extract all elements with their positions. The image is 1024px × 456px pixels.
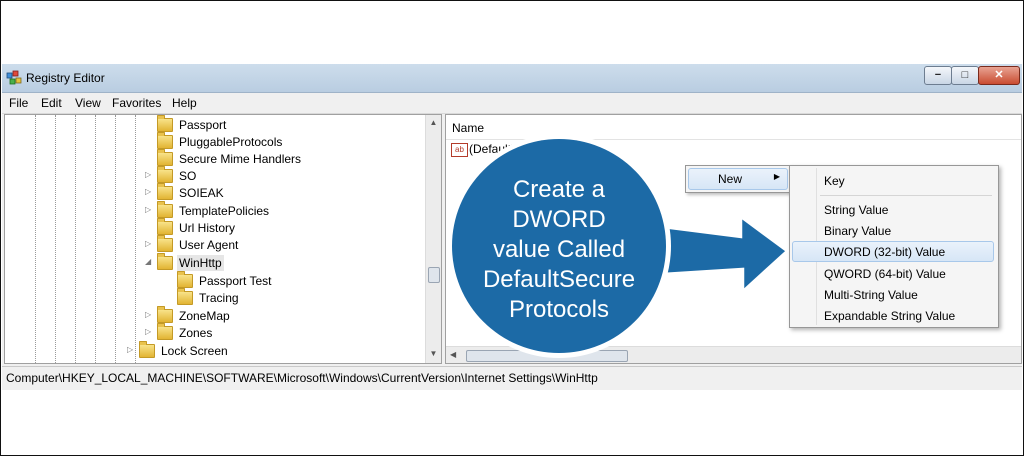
submenu-item-multi-string-value[interactable]: Multi-String Value (792, 284, 994, 305)
tree-guide-line (35, 115, 36, 363)
callout-line: Create a (512, 176, 606, 203)
submenu-item-expandable-string-value[interactable]: Expandable String Value (792, 305, 994, 326)
tree-node-label: Passport (179, 118, 227, 132)
tree-node-label-selected: WinHttp (177, 255, 224, 271)
tree-guide-line (135, 115, 136, 363)
menu-view[interactable]: View (75, 96, 101, 110)
expand-arrow-icon[interactable]: ▷ (145, 170, 151, 179)
tree-node-label: Passport Test (199, 274, 272, 288)
tree-node-label: Tracing (199, 291, 239, 305)
folder-icon (177, 271, 193, 288)
scroll-down-icon[interactable]: ▼ (426, 349, 441, 358)
folder-icon (157, 218, 173, 235)
menu-favorites[interactable]: Favorites (112, 96, 161, 110)
submenu-item-string-value[interactable]: String Value (792, 199, 994, 220)
submenu-item-label: Expandable String Value (824, 309, 956, 323)
menu-help[interactable]: Help (172, 96, 197, 110)
submenu-item-qword-value[interactable]: QWORD (64-bit) Value (792, 263, 994, 284)
tree-node-label: Lock Screen (161, 344, 228, 358)
expand-arrow-icon[interactable]: ▷ (145, 310, 151, 319)
scroll-up-icon[interactable]: ▲ (426, 118, 441, 127)
expand-arrow-icon[interactable]: ▷ (145, 187, 151, 196)
folder-icon (157, 306, 173, 323)
minimize-icon: − (934, 69, 942, 81)
folder-icon (157, 323, 173, 340)
submenu-item-label: Multi-String Value (824, 288, 918, 302)
folder-icon (157, 235, 173, 252)
tree-node-label: TemplatePolicies (179, 204, 270, 218)
tree-node-label: SOIEAK (179, 186, 224, 200)
callout-annotation: Create a DWORD value Called DefaultSecur… (447, 125, 791, 365)
tree-node-label: PluggableProtocols (179, 135, 283, 149)
menu-bar: File Edit View Favorites Help (2, 93, 1022, 114)
submenu-item-label: QWORD (64-bit) Value (824, 267, 946, 281)
collapse-arrow-icon[interactable]: ◢ (145, 257, 151, 266)
tree-vertical-scrollbar[interactable]: ▲ ▼ (425, 115, 441, 363)
title-bar: Registry Editor − □ ✕ (2, 64, 1022, 93)
folder-icon (157, 149, 173, 166)
tree-guide-line (75, 115, 76, 363)
tree-guide-line (55, 115, 56, 363)
tree-guide-line (115, 115, 116, 363)
folder-icon (157, 183, 173, 200)
close-icon: ✕ (994, 69, 1004, 81)
callout-line: Protocols (508, 296, 610, 323)
menu-edit[interactable]: Edit (41, 96, 62, 110)
tree-node-label: ZoneMap (179, 309, 230, 323)
submenu-item-dword-value[interactable]: DWORD (32-bit) Value (792, 241, 994, 262)
folder-icon (177, 288, 193, 305)
screenshot-frame: Registry Editor − □ ✕ File Edit View Fav… (0, 0, 1024, 456)
expand-arrow-icon[interactable]: ▷ (145, 205, 151, 214)
submenu-item-binary-value[interactable]: Binary Value (792, 220, 994, 241)
registry-tree: Passport PluggableProtocols Secure Mime … (4, 114, 442, 364)
caption-buttons: − □ ✕ (924, 66, 1020, 85)
folder-icon (157, 201, 173, 218)
close-button[interactable]: ✕ (978, 66, 1020, 85)
maximize-icon: □ (961, 69, 969, 81)
folder-icon (157, 166, 173, 183)
tree-node-label: Secure Mime Handlers (179, 152, 302, 166)
tree-node-label: Zones (179, 326, 213, 340)
new-submenu: Key String Value Binary Value DWORD (32-… (789, 165, 999, 328)
submenu-item-label: DWORD (32-bit) Value (824, 245, 946, 259)
expand-arrow-icon[interactable]: ▷ (145, 239, 151, 248)
status-bar: Computer\HKEY_LOCAL_MACHINE\SOFTWARE\Mic… (2, 366, 1022, 389)
tree-scroll-thumb[interactable] (428, 267, 440, 283)
tree-node-label: Url History (179, 221, 235, 235)
menu-file[interactable]: File (9, 96, 28, 110)
submenu-item-label: String Value (824, 203, 889, 217)
submenu-item-label: Binary Value (824, 224, 892, 238)
submenu-separator (820, 195, 992, 196)
callout-text: Create a DWORD value Called DefaultSecur… (459, 175, 659, 325)
tree-node-label: User Agent (179, 238, 239, 252)
folder-icon (157, 132, 173, 149)
tree-guide-line (95, 115, 96, 363)
folder-icon (157, 253, 173, 270)
submenu-item-label: Key (824, 174, 845, 188)
callout-line: DWORD (512, 206, 606, 233)
folder-icon (157, 115, 173, 132)
maximize-button[interactable]: □ (951, 66, 979, 85)
callout-line: DefaultSecure (482, 266, 636, 293)
callout-line: value Called (492, 236, 626, 263)
submenu-item-key[interactable]: Key (792, 170, 994, 191)
expand-arrow-icon[interactable]: ▷ (145, 327, 151, 336)
status-key-path: Computer\HKEY_LOCAL_MACHINE\SOFTWARE\Mic… (6, 371, 598, 385)
window-title: Registry Editor (26, 71, 105, 85)
tree-node-label: SO (179, 169, 197, 183)
folder-icon (139, 341, 155, 358)
expand-arrow-icon[interactable]: ▷ (127, 345, 133, 354)
registry-app-icon (6, 70, 22, 85)
minimize-button[interactable]: − (924, 66, 952, 85)
